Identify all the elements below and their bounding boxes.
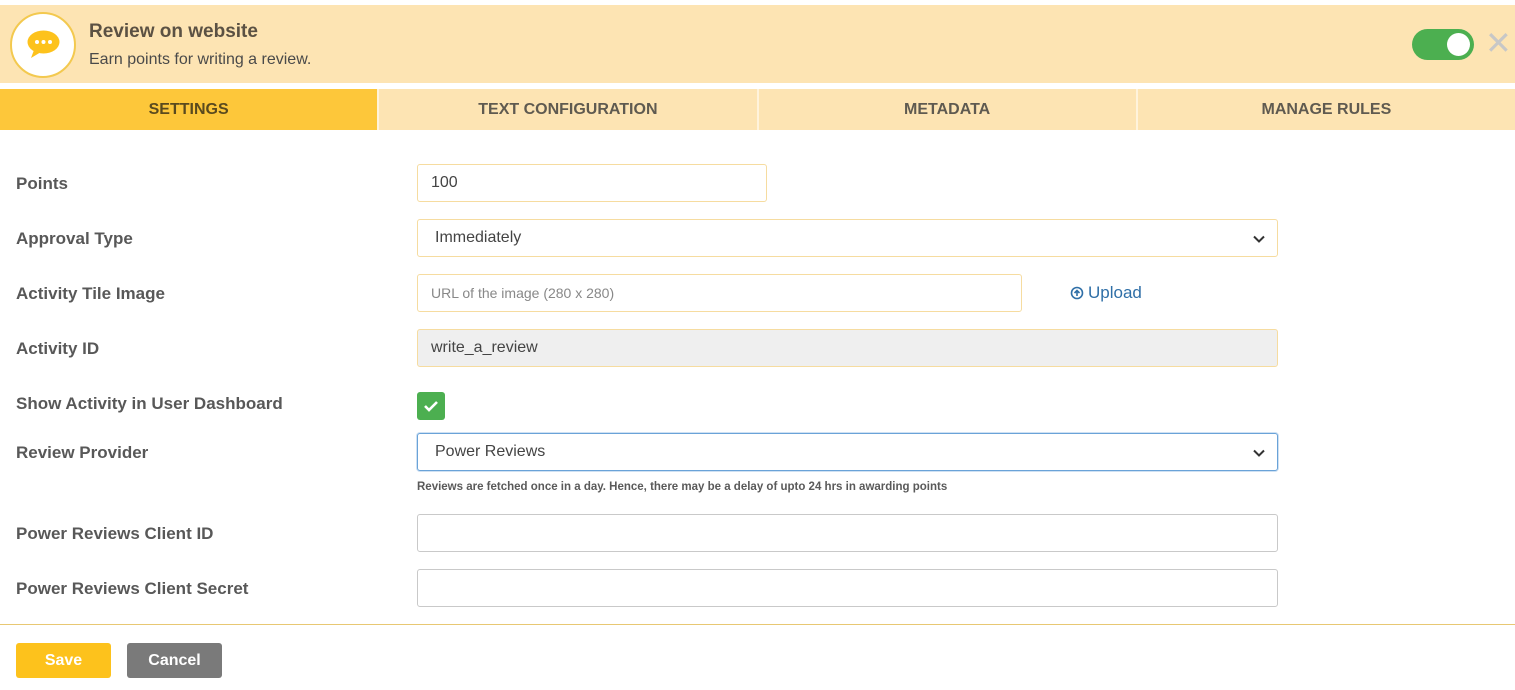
chevron-down-icon [1253,235,1265,243]
upload-label: Upload [1088,283,1142,302]
upload-icon [1070,286,1084,300]
toggle-knob [1447,33,1470,56]
approval-type-select[interactable]: Immediately [417,219,1278,257]
show-in-dashboard-label: Show Activity in User Dashboard [16,394,283,413]
activity-title: Review on website [89,21,258,42]
tab-metadata[interactable]: METADATA [758,89,1138,130]
footer-divider [0,624,1515,625]
activity-id-value: write_a_review [431,339,538,356]
client-id-input[interactable] [417,514,1278,552]
activity-enabled-toggle[interactable] [1412,29,1474,60]
points-value: 100 [431,174,458,191]
chat-bubble-icon [27,30,60,58]
points-label: Points [16,174,68,193]
activity-header: Review on website Earn points for writin… [0,5,1515,83]
activity-subtitle: Earn points for writing a review. [89,51,312,68]
review-provider-select[interactable]: Power Reviews [417,433,1278,471]
save-button[interactable]: Save [16,643,111,678]
review-provider-label: Review Provider [16,443,149,462]
client-secret-label: Power Reviews Client Secret [16,579,249,598]
activity-avatar [10,12,76,78]
points-input[interactable]: 100 [417,164,767,202]
approval-type-value: Immediately [435,229,522,246]
approval-type-label: Approval Type [16,229,133,248]
tab-settings[interactable]: SETTINGS [0,89,380,130]
chevron-down-icon [1253,449,1265,457]
review-provider-value: Power Reviews [435,443,546,460]
activity-id-label: Activity ID [16,339,100,358]
close-icon[interactable]: ✕ [1485,27,1512,59]
settings-tabs: SETTINGS TEXT CONFIGURATION METADATA MAN… [0,89,1515,130]
tile-image-url-input[interactable]: URL of the image (280 x 280) [417,274,1022,312]
checkmark-icon [424,401,438,412]
tab-manage-rules[interactable]: MANAGE RULES [1137,89,1515,130]
review-provider-hint: Reviews are fetched once in a day. Hence… [417,481,948,493]
client-secret-input[interactable] [417,569,1278,607]
tab-text-configuration[interactable]: TEXT CONFIGURATION [379,89,759,130]
upload-link[interactable]: Upload [1070,283,1142,303]
show-in-dashboard-checkbox[interactable] [417,392,445,420]
tile-image-placeholder: URL of the image (280 x 280) [431,285,615,301]
cancel-button[interactable]: Cancel [127,643,222,678]
client-id-label: Power Reviews Client ID [16,524,214,543]
tile-image-label: Activity Tile Image [16,284,165,303]
activity-id-input: write_a_review [417,329,1278,367]
